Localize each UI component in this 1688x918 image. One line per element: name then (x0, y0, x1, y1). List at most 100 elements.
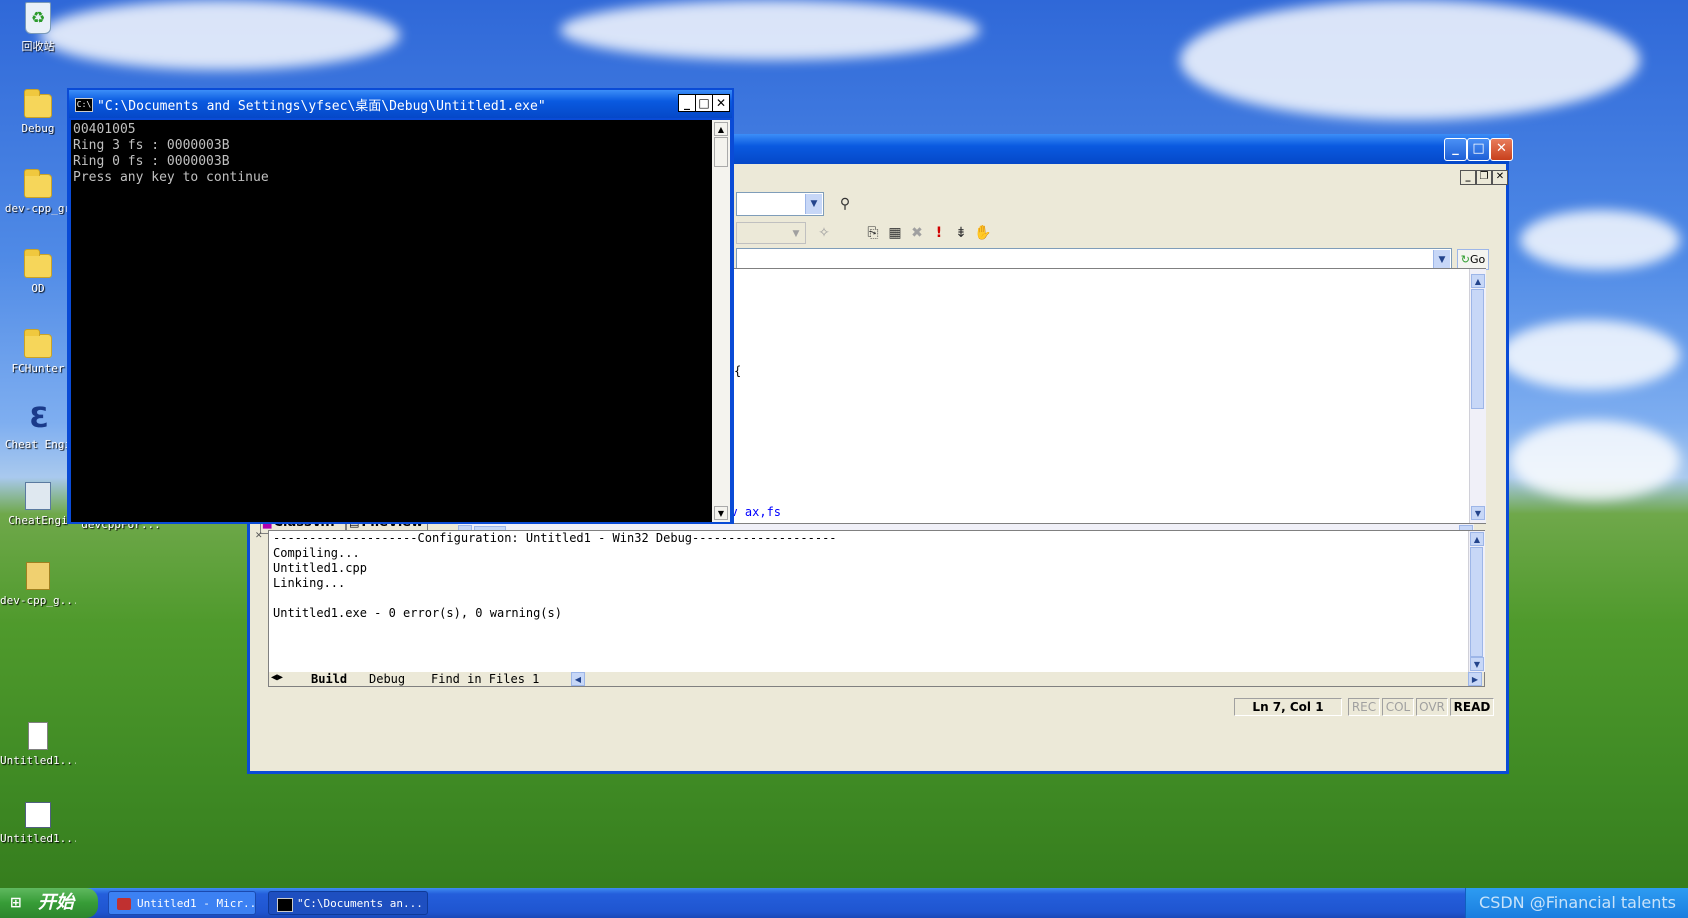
console-titlebar[interactable]: C:\ "C:\Documents and Settings\yfsec\桌面\… (69, 90, 732, 118)
console-line: 00401005 (73, 122, 136, 137)
breakpoint-hand-icon[interactable]: ✋ (974, 224, 992, 242)
execute-icon[interactable]: ! (930, 224, 948, 242)
mdi-restore-button[interactable]: ❐ (1476, 170, 1492, 185)
console-close-button[interactable]: ✕ (712, 94, 730, 112)
desktop-icon-label: 回收站 (21, 40, 55, 53)
taskbar: ⊞ 开始 Untitled1 - Micr... "C:\Documents a… (0, 888, 1688, 918)
folder-icon (24, 329, 52, 358)
watermark: CSDN @Financial talents (1479, 893, 1676, 912)
output-line: Compiling... (273, 546, 360, 560)
scroll-thumb[interactable] (1470, 547, 1483, 657)
desktop-icon-label: FCHunter (11, 362, 65, 375)
taskbar-task-console[interactable]: "C:\Documents an... (268, 891, 428, 915)
maximize-button[interactable]: □ (1467, 138, 1490, 161)
output-line: Linking... (273, 576, 346, 590)
scroll-down-button[interactable]: ▼ (1471, 506, 1485, 520)
console-vertical-scrollbar[interactable]: ▲ ▼ (712, 120, 730, 522)
console-output[interactable]: 00401005 Ring 3 fs : 0000003B Ring 0 fs … (71, 120, 712, 522)
mdi-minimize-button[interactable]: _ (1460, 170, 1476, 185)
desktop-icon-recycle-bin[interactable]: ♻ 回收站 (0, 2, 76, 54)
cloud (1520, 210, 1680, 270)
desktop-icon-label: Untitled1... (0, 754, 76, 767)
desktop-icon-cheat-engine[interactable]: ℇ Cheat Engi (0, 401, 76, 452)
scroll-down-button[interactable]: ▼ (714, 506, 728, 520)
output-line: --------------------Configuration: Untit… (273, 531, 837, 545)
console-app-icon: C:\ (75, 98, 93, 112)
console-window: C:\ "C:\Documents and Settings\yfsec\桌面\… (67, 88, 734, 524)
compile-icon[interactable]: ⎘ (864, 224, 882, 242)
workspace-file-icon (25, 802, 51, 828)
scroll-thumb[interactable] (714, 137, 728, 167)
go-debug-icon[interactable]: ⇟ (952, 224, 970, 242)
editor-vertical-scrollbar[interactable]: ▲ ▼ (1469, 269, 1486, 523)
chevron-down-icon: ▼ (788, 224, 804, 242)
status-bar: Ln 7, Col 1 REC COL OVR READ (250, 696, 1506, 718)
installer-icon (25, 482, 51, 510)
console-line: Ring 0 fs : 0000003B (73, 154, 230, 169)
minimize-button[interactable]: _ (1444, 138, 1467, 161)
cheat-engine-icon: ℇ (29, 401, 47, 434)
desktop-icon-label: dev-cpp_g... (0, 594, 76, 607)
desktop-icon-untitled1-cpp[interactable]: Untitled1... (0, 722, 76, 767)
desktop-icon-label: Untitled1... (0, 832, 76, 845)
scroll-down-button[interactable]: ▼ (1470, 657, 1484, 671)
start-button[interactable]: ⊞ 开始 (0, 888, 98, 918)
scroll-thumb[interactable] (1471, 289, 1484, 409)
desktop-icon-untitled1-dsw[interactable]: Untitled1... (0, 802, 76, 845)
tab-debug[interactable]: Debug (369, 672, 405, 686)
cloud (1500, 320, 1680, 390)
chevron-down-icon: ▼ (1433, 250, 1450, 268)
desktop-icon-label: dev-cpp_gr (4, 202, 72, 215)
system-tray: CSDN @Financial talents (1465, 888, 1688, 918)
desktop-icon-debug[interactable]: Debug (0, 86, 76, 135)
desktop-icon-cheatengine-setup[interactable]: CheatEngi (0, 482, 76, 527)
desktop-icon-fchunter[interactable]: FCHunter (0, 326, 76, 375)
vc-app-icon (117, 898, 131, 910)
stop-build-icon[interactable]: ✖ (908, 224, 926, 242)
tab-find-in-files[interactable]: Find in Files 1 (431, 672, 539, 686)
desktop-icon-dev-cpp-archive[interactable]: dev-cpp_g... (0, 562, 76, 607)
output-pane[interactable]: --------------------Configuration: Untit… (268, 530, 1485, 687)
scroll-up-button[interactable]: ▲ (1470, 532, 1484, 546)
scroll-left-button[interactable]: ◀ (571, 672, 585, 686)
cloud (40, 0, 400, 70)
status-col: COL (1382, 698, 1414, 716)
go-label: Go (1469, 253, 1486, 266)
tab-scroll-left-icon[interactable]: ◀▶ (271, 672, 283, 683)
console-maximize-button[interactable]: □ (695, 94, 713, 112)
wizard-combo[interactable]: ▼ (736, 248, 1452, 270)
desktop-icon-label: OD (31, 282, 45, 295)
go-button[interactable]: ↻Go (1457, 249, 1489, 270)
tab-build[interactable]: Build (311, 672, 347, 686)
status-position: Ln 7, Col 1 (1234, 698, 1342, 716)
task-label: "C:\Documents an... (297, 897, 423, 910)
status-read: READ (1450, 698, 1494, 716)
go-icon: ↻ (1460, 253, 1470, 266)
desktop-icon-label: CheatEngi (8, 514, 68, 527)
desktop-icon-od[interactable]: OD (0, 246, 76, 295)
status-ovr: OVR (1416, 698, 1448, 716)
output-vertical-scrollbar[interactable]: ▲ ▼ (1468, 531, 1485, 672)
console-minimize-button[interactable]: _ (678, 94, 696, 112)
close-button[interactable]: ✕ (1490, 138, 1513, 161)
desktop-icon-label: Debug (21, 122, 55, 135)
output-pane-close-icon[interactable]: ✕ (255, 531, 265, 541)
wand-icon[interactable]: ✧ (815, 224, 833, 242)
taskbar-task-ide[interactable]: Untitled1 - Micr... (108, 891, 256, 915)
folder-icon (24, 169, 52, 198)
build-config-combo[interactable]: ▼ (736, 222, 806, 244)
cloud (560, 0, 980, 60)
folder-icon (24, 89, 52, 118)
build-icon[interactable]: ▦ (886, 224, 904, 242)
recycle-bin-icon: ♻ (25, 2, 51, 34)
desktop-icon-dev-cpp[interactable]: dev-cpp_gr (0, 166, 76, 215)
find-combo[interactable]: ▼ (736, 192, 824, 216)
scroll-right-button[interactable]: ▶ (1468, 672, 1482, 686)
console-app-icon (277, 898, 293, 912)
console-line: Press any key to continue (73, 170, 269, 185)
scroll-up-button[interactable]: ▲ (1471, 274, 1485, 288)
mdi-close-button[interactable]: ✕ (1492, 170, 1508, 185)
scroll-up-button[interactable]: ▲ (714, 122, 728, 136)
start-label: 开始 (38, 892, 74, 913)
find-in-files-icon[interactable]: ⚲ (836, 195, 854, 213)
